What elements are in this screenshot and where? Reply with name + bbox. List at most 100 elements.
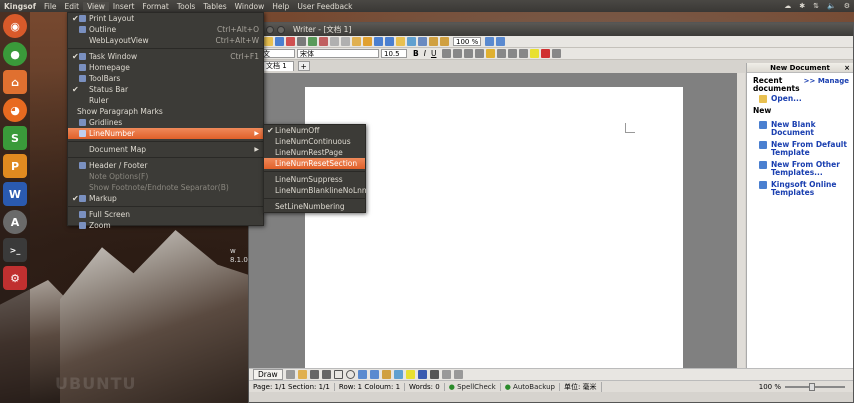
view-line-number[interactable]: LineNumber ▶: [68, 128, 263, 139]
line-num-suppress[interactable]: LineNumSuppress: [264, 174, 365, 185]
align-left-icon[interactable]: [442, 49, 452, 58]
bold-button[interactable]: B: [413, 49, 419, 58]
align-center-icon[interactable]: [453, 49, 463, 58]
font-color-icon[interactable]: [541, 49, 551, 58]
draw-menu-button[interactable]: Draw: [253, 369, 283, 380]
help-icon[interactable]: [496, 37, 506, 46]
line-color-icon[interactable]: [417, 370, 427, 379]
insert-table-icon[interactable]: [396, 37, 405, 46]
picture-icon[interactable]: [393, 370, 403, 379]
view-markup[interactable]: ✔ Markup: [68, 193, 263, 204]
line-icon[interactable]: [309, 370, 319, 379]
spellcheck-icon[interactable]: [319, 37, 328, 46]
view-homepage[interactable]: Homepage: [68, 62, 263, 73]
ellipse-icon[interactable]: [345, 370, 355, 379]
menu-insert[interactable]: Insert: [109, 2, 139, 11]
copy-icon[interactable]: [341, 37, 350, 46]
redo-icon[interactable]: [385, 37, 394, 46]
arrow-icon[interactable]: [321, 370, 331, 379]
view-header-footer[interactable]: Header / Footer: [68, 160, 263, 171]
increase-indent-icon[interactable]: [519, 49, 529, 58]
line-num-reset-section[interactable]: LineNumResetSection: [264, 158, 365, 169]
justify-icon[interactable]: [475, 49, 485, 58]
tab-document-1[interactable]: 文档 1: [259, 61, 294, 71]
task-pane-close-button[interactable]: ×: [844, 63, 850, 73]
bullets-icon[interactable]: [486, 49, 496, 58]
select-objects-icon[interactable]: [285, 370, 295, 379]
ubuntu-icon[interactable]: ◉: [3, 14, 27, 38]
text-box-icon[interactable]: [357, 370, 367, 379]
presentation-icon[interactable]: P: [3, 154, 27, 178]
view-zoom[interactable]: Zoom: [68, 220, 263, 231]
status-spellcheck[interactable]: ● SpellCheck: [445, 382, 501, 391]
numbering-icon[interactable]: [497, 49, 507, 58]
kingsoft-online-templates-link[interactable]: Kingsoft Online Templates: [747, 181, 853, 197]
export-pdf-icon[interactable]: [286, 37, 295, 46]
writer-icon[interactable]: W: [3, 182, 27, 206]
view-document-map[interactable]: Document Map ▶: [68, 144, 263, 155]
drawing-icon[interactable]: [429, 37, 438, 46]
rectangle-icon[interactable]: [333, 370, 343, 379]
home-folder-icon[interactable]: ⌂: [3, 70, 27, 94]
new-from-default-template-link[interactable]: New From Default Template: [747, 141, 853, 157]
insert-picture-icon[interactable]: [407, 37, 416, 46]
vertical-scrollbar[interactable]: [737, 73, 745, 368]
zoom-slider-thumb[interactable]: [809, 382, 815, 391]
columns-icon[interactable]: [418, 37, 427, 46]
fill-color-icon[interactable]: [405, 370, 415, 379]
cloud-icon[interactable]: ☁: [784, 2, 791, 10]
highlight-icon[interactable]: [530, 49, 540, 58]
underline-button[interactable]: U: [431, 49, 437, 58]
shadow-icon[interactable]: [441, 370, 451, 379]
manage-link[interactable]: >> Manage: [804, 77, 849, 85]
zoom-slider[interactable]: [785, 382, 845, 391]
terminal-icon[interactable]: >_: [3, 238, 27, 262]
open-icon[interactable]: [264, 37, 273, 46]
line-num-continuous[interactable]: LineNumContinuous: [264, 136, 365, 147]
font-select[interactable]: 宋体: [297, 49, 379, 58]
autoshapes-icon[interactable]: [297, 370, 307, 379]
line-num-off[interactable]: ✔ LineNumOff: [264, 125, 365, 136]
chrome-icon[interactable]: ●: [3, 42, 27, 66]
maximize-window-button[interactable]: [277, 25, 285, 34]
bluetooth-icon[interactable]: ✱: [799, 2, 805, 10]
line-num-blankline-no-lnn[interactable]: LineNumBlanklineNoLnn: [264, 185, 367, 196]
status-autobackup[interactable]: ● AutoBackup: [501, 382, 560, 391]
show-hide-icon[interactable]: [440, 37, 449, 46]
menu-edit[interactable]: Edit: [61, 2, 84, 11]
menu-tables[interactable]: Tables: [199, 2, 230, 11]
minimize-window-button[interactable]: [266, 25, 274, 34]
network-icon[interactable]: ⇅: [813, 2, 819, 10]
open-link[interactable]: Open...: [747, 95, 853, 103]
cut-icon[interactable]: [330, 37, 339, 46]
save-icon[interactable]: [275, 37, 284, 46]
clipart-icon[interactable]: [381, 370, 391, 379]
menu-format[interactable]: Format: [138, 2, 172, 11]
view-status-bar[interactable]: ✔ Status Bar: [68, 84, 263, 95]
new-from-other-templates-link[interactable]: New From Other Templates...: [747, 161, 853, 177]
align-right-icon[interactable]: [464, 49, 474, 58]
new-tab-button[interactable]: +: [297, 61, 310, 71]
view-gridlines[interactable]: Gridlines: [68, 117, 263, 128]
view-task-window[interactable]: ✔ Task Window Ctrl+F1: [68, 51, 263, 62]
menu-tools[interactable]: Tools: [173, 2, 199, 11]
firefox-icon[interactable]: ◕: [3, 98, 27, 122]
menu-view[interactable]: View: [83, 1, 109, 11]
menu-file[interactable]: File: [40, 2, 61, 11]
italic-button[interactable]: I: [424, 49, 426, 58]
line-num-rest-page[interactable]: LineNumRestPage: [264, 147, 365, 158]
view-toolbars[interactable]: ToolBars: [68, 73, 263, 84]
decrease-indent-icon[interactable]: [508, 49, 518, 58]
print-preview-icon[interactable]: [308, 37, 317, 46]
char-border-icon[interactable]: [552, 49, 562, 58]
zoom-select[interactable]: 100 %: [453, 37, 482, 46]
view-full-screen[interactable]: Full Screen: [68, 209, 263, 220]
settings-icon[interactable]: ⚙: [3, 266, 27, 290]
wordart-icon[interactable]: [369, 370, 379, 379]
format-painter-icon[interactable]: [363, 37, 372, 46]
menu-window[interactable]: Window: [231, 2, 269, 11]
view-ruler[interactable]: Ruler: [68, 95, 263, 106]
undo-icon[interactable]: [374, 37, 383, 46]
menu-user-feedback[interactable]: User Feedback: [293, 2, 356, 11]
3d-icon[interactable]: [453, 370, 463, 379]
